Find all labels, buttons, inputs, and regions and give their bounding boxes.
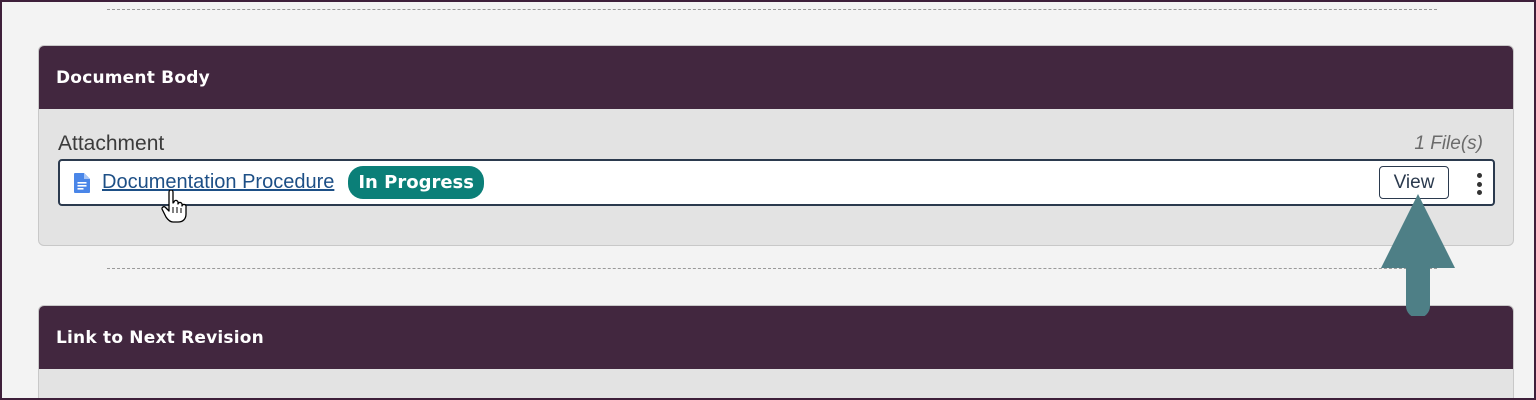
document-link[interactable]: Documentation Procedure [102, 171, 334, 194]
attachment-row: Attachment 1 File(s) [39, 109, 1513, 159]
status-badge: In Progress [348, 166, 484, 199]
divider-middle [107, 268, 1437, 269]
kebab-menu-icon[interactable] [1475, 173, 1483, 195]
up-arrow-icon [1380, 192, 1456, 321]
next-revision-panel: Link to Next Revision [38, 305, 1514, 400]
next-revision-content [39, 369, 1513, 400]
file-count: 1 File(s) [1414, 132, 1483, 154]
next-revision-header: Link to Next Revision [39, 306, 1513, 369]
divider-top [107, 9, 1437, 10]
attachment-title: Attachment [58, 131, 165, 155]
hand-cursor-icon [160, 189, 188, 229]
document-body-content: Attachment 1 File(s) Documentation Proce… [39, 109, 1513, 206]
attachment-file-item: Documentation Procedure In Progress View [58, 159, 1495, 206]
document-icon [74, 172, 90, 193]
document-body-panel: Document Body Attachment 1 File(s) Docum… [38, 45, 1514, 246]
document-body-header: Document Body [39, 46, 1513, 109]
